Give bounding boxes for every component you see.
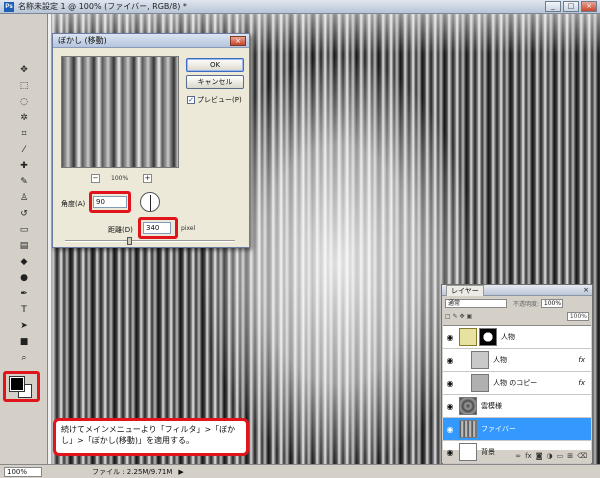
distance-slider-thumb[interactable] — [127, 237, 132, 245]
swatch-highlight-box — [3, 371, 40, 402]
blur-tool-icon[interactable]: ◆ — [18, 256, 30, 268]
gradient-tool-icon[interactable]: ▤ — [18, 240, 30, 252]
layer-thumbnail — [459, 397, 477, 415]
preview-zoom-label: 100% — [111, 175, 129, 182]
distance-label: 距離(D) — [108, 226, 133, 234]
opacity-label: 不透明度: — [513, 301, 540, 308]
visibility-eye-icon[interactable]: ◉ — [443, 379, 457, 388]
type-tool-icon[interactable]: T — [18, 304, 30, 316]
layer-name: 人物 のコピー — [493, 379, 538, 387]
shape-tool-icon[interactable]: ■ — [18, 336, 30, 348]
layer-row[interactable]: ◉ 人物 — [443, 326, 591, 349]
visibility-eye-icon[interactable]: ◉ — [443, 333, 457, 342]
checkbox-check-icon[interactable]: ✓ — [187, 96, 195, 104]
layer-row[interactable]: ◉ ファイバー — [443, 418, 591, 441]
lock-row: □ ✎ ✥ ▣ 100% — [445, 311, 589, 322]
zoom-in-button[interactable]: + — [143, 174, 152, 183]
visibility-eye-icon[interactable]: ◉ — [443, 425, 457, 434]
fx-icon[interactable]: fx — [525, 452, 532, 460]
zoom-out-button[interactable]: − — [91, 174, 100, 183]
crop-tool-icon[interactable]: ⌗ — [18, 128, 30, 140]
lasso-tool-icon[interactable]: ◌ — [18, 96, 30, 108]
layer-name: 雲模様 — [481, 402, 502, 410]
layers-close-button[interactable]: × — [583, 286, 589, 294]
window-controls: _ □ × — [545, 1, 597, 12]
preview-checkbox-label: プレビュー(P) — [197, 96, 242, 104]
layer-row[interactable]: ◉ 人物 のコピー fx — [443, 372, 591, 395]
layers-panel: レイヤー × 通常 不透明度: 100% □ ✎ ✥ ▣ 100% ◉ 人物 ◉… — [441, 284, 593, 464]
trash-icon[interactable]: ⌫ — [577, 452, 587, 460]
angle-highlight-box — [89, 191, 131, 213]
angle-label: 角度(A) — [61, 200, 86, 208]
distance-unit: pixel — [181, 225, 196, 232]
document-title: 名称未設定 1 @ 100% (ファイバー, RGB/8) * — [18, 2, 187, 11]
preview-checkbox[interactable]: ✓ プレビュー(P) — [187, 95, 242, 105]
motion-blur-dialog: ぼかし (移動) × − 100% + OK キャンセル ✓ プレビュー(P) … — [52, 33, 250, 248]
layer-row[interactable]: ◉ 雲模様 — [443, 395, 591, 418]
angle-needle — [150, 195, 151, 211]
stamp-tool-icon[interactable]: ♙ — [18, 192, 30, 204]
eyedropper-tool-icon[interactable]: ⁄ — [18, 144, 30, 156]
lock-icons[interactable]: □ ✎ ✥ ▣ — [445, 313, 472, 320]
fx-icon[interactable]: fx — [578, 379, 585, 387]
document-titlebar: Ps 名称未設定 1 @ 100% (ファイバー, RGB/8) * _ □ × — [0, 0, 600, 14]
angle-dial[interactable] — [140, 192, 160, 212]
fill-field[interactable]: 100% — [567, 312, 589, 321]
blend-mode-select[interactable]: 通常 — [445, 299, 507, 308]
adjustment-icon[interactable]: ◑ — [546, 452, 552, 460]
fx-icon[interactable]: fx — [578, 356, 585, 364]
link-icon[interactable]: ∞ — [515, 452, 521, 460]
cancel-button[interactable]: キャンセル — [186, 75, 244, 89]
eraser-tool-icon[interactable]: ▭ — [18, 224, 30, 236]
dodge-tool-icon[interactable]: ● — [18, 272, 30, 284]
opacity-field[interactable]: 100% — [541, 299, 564, 308]
mask-icon[interactable]: ◙ — [536, 452, 543, 460]
layer-name: 人物 — [493, 356, 507, 364]
move-tool-icon[interactable]: ✥ — [18, 64, 30, 76]
filter-preview[interactable] — [61, 56, 179, 168]
layer-options-row: 通常 不透明度: 100% — [445, 298, 589, 309]
history-brush-tool-icon[interactable]: ↺ — [18, 208, 30, 220]
layer-row[interactable]: ◉ 人物 fx — [443, 349, 591, 372]
layer-mask-thumbnail — [479, 328, 497, 346]
folder-icon[interactable]: ▭ — [557, 452, 564, 460]
close-button[interactable]: × — [581, 1, 597, 12]
zoom-tool-icon[interactable]: ⌕ — [18, 352, 30, 364]
dialog-title: ぼかし (移動) — [53, 34, 249, 48]
path-select-tool-icon[interactable]: ➤ — [18, 320, 30, 332]
maximize-button[interactable]: □ — [563, 1, 579, 12]
layer-name: 人物 — [501, 333, 515, 341]
minimize-button[interactable]: _ — [545, 1, 561, 12]
folder-icon — [459, 328, 477, 346]
instruction-callout: 続けてメインメニューより「フィルタ」>「ぼかし」>「ぼかし(移動)」を適用する。 — [53, 418, 249, 456]
visibility-eye-icon[interactable]: ◉ — [443, 356, 457, 365]
layers-footer: ∞ fx ◙ ◑ ▭ ⊞ ⌫ — [443, 450, 591, 462]
marquee-tool-icon[interactable]: ⬚ — [18, 80, 30, 92]
pen-tool-icon[interactable]: ✒ — [18, 288, 30, 300]
status-menu-arrow-icon[interactable]: ▶ — [178, 468, 183, 476]
ok-button[interactable]: OK — [186, 58, 244, 72]
photoshop-icon: Ps — [4, 1, 14, 12]
new-layer-icon[interactable]: ⊞ — [567, 452, 573, 460]
dialog-close-button[interactable]: × — [230, 36, 246, 46]
healing-tool-icon[interactable]: ✚ — [18, 160, 30, 172]
layers-tab[interactable]: レイヤー — [446, 284, 484, 296]
file-info: ファイル : 2.25M/9.71M — [92, 467, 173, 476]
layer-name: ファイバー — [481, 425, 516, 433]
status-bar: 100% ファイル : 2.25M/9.71M ▶ — [0, 464, 600, 478]
layer-thumbnail — [459, 420, 477, 438]
magic-wand-tool-icon[interactable]: ✲ — [18, 112, 30, 124]
zoom-field[interactable]: 100% — [4, 466, 42, 477]
distance-highlight-box — [138, 217, 178, 239]
tools-panel: ✥ ⬚ ◌ ✲ ⌗ ⁄ ✚ ✎ ♙ ↺ ▭ ▤ ◆ ● ✒ T ➤ ■ ⌕ — [0, 14, 48, 464]
visibility-eye-icon[interactable]: ◉ — [443, 402, 457, 411]
distance-slider-track[interactable] — [65, 240, 235, 242]
layers-titlebar: レイヤー × — [442, 284, 592, 296]
brush-tool-icon[interactable]: ✎ — [18, 176, 30, 188]
layer-list: ◉ 人物 ◉ 人物 fx ◉ 人物 のコピー fx ◉ 雲模様 ◉ ファイバー — [443, 325, 591, 464]
layer-thumbnail — [471, 351, 489, 369]
layer-thumbnail — [471, 374, 489, 392]
